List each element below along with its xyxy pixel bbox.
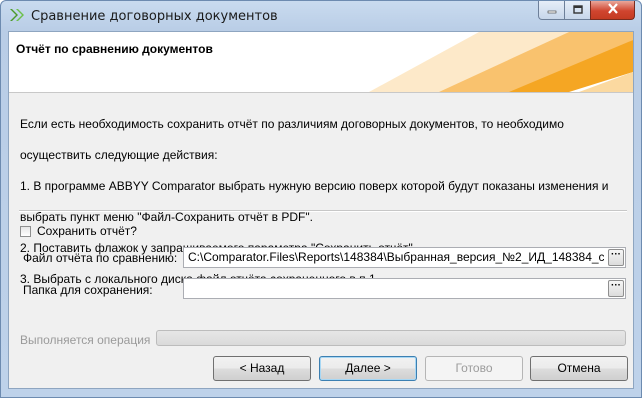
header-banner: Отчёт по сравнению документов — [9, 32, 633, 93]
finish-button[interactable]: Готово — [425, 356, 523, 381]
report-file-field[interactable]: C:\Comparator.Files\Reports\148384\Выбра… — [183, 247, 626, 268]
close-icon — [607, 3, 619, 17]
wizard-page: Отчёт по сравнению документов Если есть … — [8, 31, 634, 389]
minimize-icon — [547, 3, 557, 17]
cancel-button[interactable]: Отмена — [530, 356, 628, 381]
maximize-icon — [572, 3, 583, 17]
window-title: Сравнение договорных документов — [31, 9, 278, 24]
instruction-line: осуществить следующие действия: — [20, 147, 218, 162]
instruction-line: 1. В программе ABBYY Comparator выбрать … — [20, 178, 609, 193]
instruction-line: Если есть необходимость сохранить отчёт … — [20, 116, 564, 131]
save-report-checkbox-row[interactable]: Сохранить отчёт? — [20, 224, 137, 238]
maximize-button[interactable] — [564, 1, 591, 20]
back-button[interactable]: < Назад — [213, 356, 311, 381]
folder-browse-button[interactable]: ··· — [608, 280, 624, 297]
minimize-button[interactable] — [538, 1, 565, 20]
folder-label: Папка для сохранения: — [23, 283, 153, 297]
report-file-label: Файл отчёта по сравнению: — [23, 251, 178, 265]
separator — [19, 210, 627, 212]
report-file-browse-button[interactable]: ··· — [608, 249, 624, 266]
folder-field[interactable]: ··· — [183, 278, 626, 299]
wizard-window: Сравнение договорных документов Отчёт по… — [0, 0, 642, 398]
progress-label: Выполняется операция — [20, 333, 151, 347]
next-button[interactable]: Далее > — [319, 356, 417, 381]
save-report-checkbox[interactable] — [20, 225, 31, 237]
close-button[interactable] — [590, 1, 635, 20]
report-file-path[interactable]: C:\Comparator.Files\Reports\148384\Выбра… — [188, 248, 604, 267]
page-title: Отчёт по сравнению документов — [16, 42, 213, 56]
save-report-label[interactable]: Сохранить отчёт? — [37, 224, 137, 238]
instructions-text: Если есть необходимость сохранить отчёт … — [20, 101, 628, 303]
double-chevron-right-icon — [9, 8, 25, 22]
banner-decoration — [369, 32, 633, 92]
title-bar[interactable]: Сравнение договорных документов — [1, 1, 641, 31]
progress-bar — [156, 330, 626, 346]
